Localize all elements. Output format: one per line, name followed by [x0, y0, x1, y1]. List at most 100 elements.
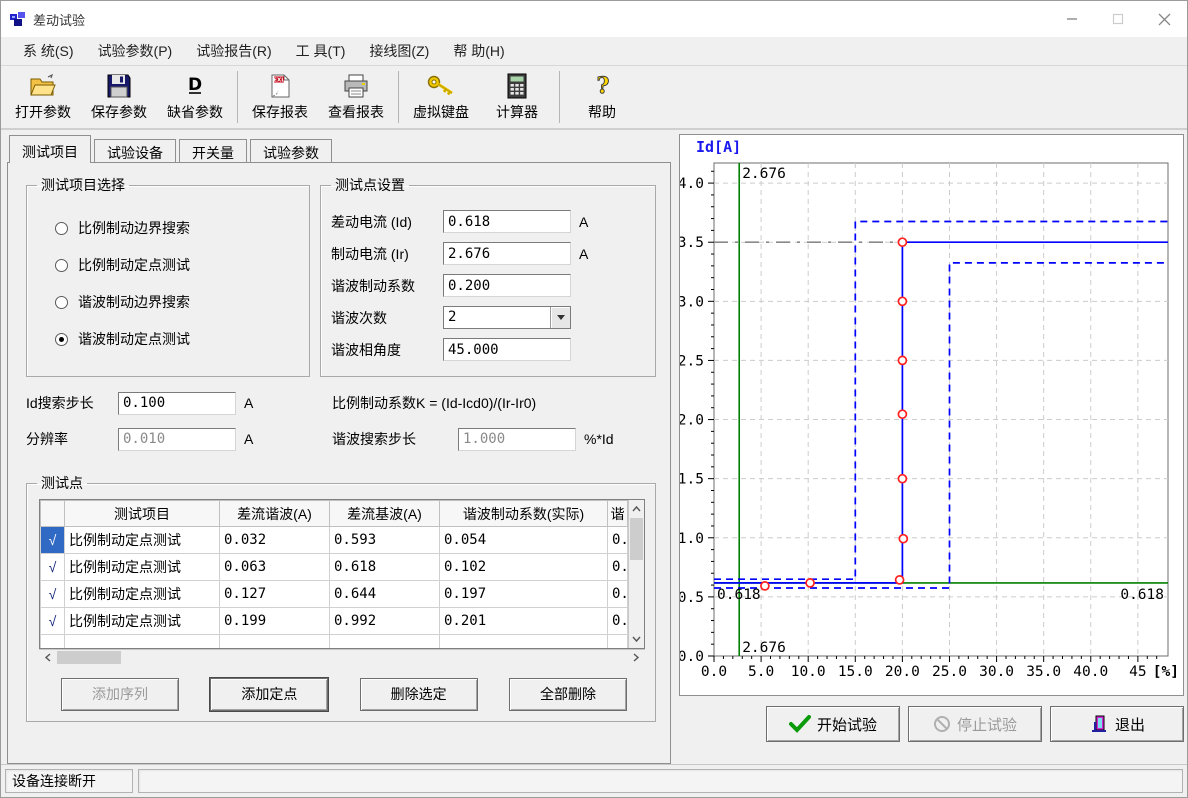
- scroll-right-icon[interactable]: [629, 651, 643, 665]
- menu-item-test-parameters[interactable]: 试验参数(P): [86, 37, 185, 65]
- scroll-up-icon[interactable]: [630, 502, 644, 516]
- cell-coeff[interactable]: 0.197: [440, 581, 608, 608]
- minimize-button[interactable]: [1049, 2, 1095, 36]
- unit-label: A: [244, 395, 253, 411]
- toolbar-button-open-params[interactable]: 打开参数: [5, 68, 81, 126]
- unit-label: A: [579, 214, 588, 230]
- start-test-button[interactable]: 开始试验: [766, 706, 900, 742]
- toolbar-label: 查看报表: [328, 102, 384, 122]
- cell-coeff[interactable]: 0.054: [440, 527, 608, 554]
- svg-text:10.0: 10.0: [791, 664, 826, 680]
- cell-harmonic[interactable]: 0.063: [220, 554, 330, 581]
- table-row[interactable]: √ 比例制动定点测试 0.063 0.618 0.102 0.: [41, 554, 628, 581]
- cell-fundamental[interactable]: 0.992: [330, 608, 440, 635]
- tab-test-parameters[interactable]: 试验参数: [250, 139, 332, 162]
- connection-status: 设备连接断开: [5, 769, 133, 793]
- cell-fundamental[interactable]: 0.618: [330, 554, 440, 581]
- column-header[interactable]: 谐波制动系数(实际): [440, 501, 608, 527]
- table-row[interactable]: √ 比例制动定点测试 0.032 0.593 0.054 0.: [41, 527, 628, 554]
- table-row[interactable]: √ 比例制动定点测试 0.127 0.644 0.197 0.: [41, 581, 628, 608]
- scroll-down-icon[interactable]: [630, 632, 644, 646]
- vertical-scrollbar[interactable]: [628, 500, 644, 648]
- toolbar-button-save-report[interactable]: EXL 保存报表: [242, 68, 318, 126]
- delete-all-button[interactable]: 全部删除: [509, 678, 627, 711]
- radio-proportional-boundary-search[interactable]: 比例制动边界搜索: [55, 218, 299, 238]
- cell-harmonic[interactable]: 0.127: [220, 581, 330, 608]
- cell-extra[interactable]: 0.: [608, 554, 628, 581]
- toolbar-label: 打开参数: [15, 102, 71, 122]
- column-header[interactable]: 谐: [608, 501, 628, 527]
- scroll-left-icon[interactable]: [41, 651, 55, 665]
- close-button[interactable]: [1141, 2, 1187, 36]
- step-settings: Id搜索步长 A 分辨率 A 比例制动系数K = (Id-Icd0)/(Ir-I…: [26, 391, 656, 463]
- default-d-icon: D: [179, 72, 211, 100]
- harmonic-order-select[interactable]: 2: [443, 306, 571, 329]
- radio-label: 比例制动边界搜索: [78, 218, 190, 238]
- cell-item[interactable]: 比例制动定点测试: [65, 581, 220, 608]
- exit-button[interactable]: 退出: [1050, 706, 1184, 742]
- menu-item-tools[interactable]: 工 具(T): [284, 37, 358, 65]
- button-label: 退出: [1115, 714, 1145, 735]
- characteristic-chart: 0.05.010.015.020.025.030.035.040.0450.00…: [680, 135, 1183, 695]
- app-icon: [9, 10, 27, 28]
- svg-text:15.0: 15.0: [838, 664, 873, 680]
- cell-extra[interactable]: 0.: [608, 581, 628, 608]
- cell-extra[interactable]: 0.: [608, 608, 628, 635]
- toolbar-button-save-params[interactable]: 保存参数: [81, 68, 157, 126]
- add-sequence-button: 添加序列: [61, 678, 179, 711]
- maximize-button[interactable]: [1095, 2, 1141, 36]
- harmonic-phase-angle-input[interactable]: [443, 338, 571, 361]
- toolbar-button-calculator[interactable]: 计算器: [479, 68, 555, 126]
- menu-item-wiring-diagram[interactable]: 接线图(Z): [357, 37, 441, 65]
- restraint-current-input[interactable]: [443, 242, 571, 265]
- harmonic-restraint-coeff-input[interactable]: [443, 274, 571, 297]
- toolbar-button-view-report[interactable]: 查看报表: [318, 68, 394, 126]
- cell-coeff[interactable]: 0.201: [440, 608, 608, 635]
- group-title: 测试点设置: [331, 175, 409, 195]
- svg-text:40.0: 40.0: [1073, 664, 1108, 680]
- horizontal-scrollbar[interactable]: [39, 649, 645, 666]
- tab-test-equipment[interactable]: 试验设备: [94, 139, 176, 162]
- table-row[interactable]: √ 比例制动定点测试 0.199 0.992 0.201 0.: [41, 608, 628, 635]
- delete-selected-button[interactable]: 删除选定: [360, 678, 478, 711]
- open-folder-icon: [27, 72, 59, 100]
- id-search-step-input[interactable]: [118, 392, 236, 415]
- field-label: 谐波搜索步长: [332, 429, 458, 449]
- cell-item[interactable]: 比例制动定点测试: [65, 527, 220, 554]
- radio-harmonic-boundary-search[interactable]: 谐波制动边界搜索: [55, 292, 299, 312]
- toolbar-button-default-params[interactable]: D 缺省参数: [157, 68, 233, 126]
- tab-test-items[interactable]: 测试项目: [9, 135, 91, 163]
- cell-item[interactable]: 比例制动定点测试: [65, 608, 220, 635]
- row-check[interactable]: √: [41, 608, 65, 635]
- cell-fundamental[interactable]: 0.593: [330, 527, 440, 554]
- radio-harmonic-fixed-point-test[interactable]: 谐波制动定点测试: [55, 329, 299, 349]
- column-header[interactable]: 差流谐波(A): [220, 501, 330, 527]
- toolbar-button-help[interactable]: ? 帮助: [564, 68, 640, 126]
- row-check-selected[interactable]: √: [41, 527, 65, 554]
- cell-item[interactable]: 比例制动定点测试: [65, 554, 220, 581]
- cell-fundamental[interactable]: 0.644: [330, 581, 440, 608]
- menu-item-help[interactable]: 帮 助(H): [441, 37, 516, 65]
- differential-current-input[interactable]: [443, 210, 571, 233]
- tab-switch-quantity[interactable]: 开关量: [179, 139, 247, 162]
- scrollbar-thumb[interactable]: [57, 651, 121, 664]
- cell-extra[interactable]: 0.: [608, 527, 628, 554]
- cell-coeff[interactable]: 0.102: [440, 554, 608, 581]
- svg-text:0.618: 0.618: [1120, 587, 1164, 603]
- row-check[interactable]: √: [41, 581, 65, 608]
- radio-proportional-fixed-point-test[interactable]: 比例制动定点测试: [55, 255, 299, 275]
- svg-text:45: 45: [1129, 664, 1146, 680]
- chevron-down-icon[interactable]: [550, 307, 570, 328]
- row-check[interactable]: √: [41, 554, 65, 581]
- menu-item-system[interactable]: 系 统(S): [11, 37, 86, 65]
- scrollbar-thumb[interactable]: [630, 518, 643, 560]
- column-header[interactable]: 差流基波(A): [330, 501, 440, 527]
- add-point-button[interactable]: 添加定点: [210, 678, 328, 711]
- toolbar-button-virtual-keyboard[interactable]: 虚拟键盘: [403, 68, 479, 126]
- radio-icon: [55, 259, 68, 272]
- cell-harmonic[interactable]: 0.199: [220, 608, 330, 635]
- column-header[interactable]: 测试项目: [65, 501, 220, 527]
- menu-item-test-report[interactable]: 试验报告(R): [184, 37, 283, 65]
- cell-harmonic[interactable]: 0.032: [220, 527, 330, 554]
- key-icon: [425, 72, 457, 100]
